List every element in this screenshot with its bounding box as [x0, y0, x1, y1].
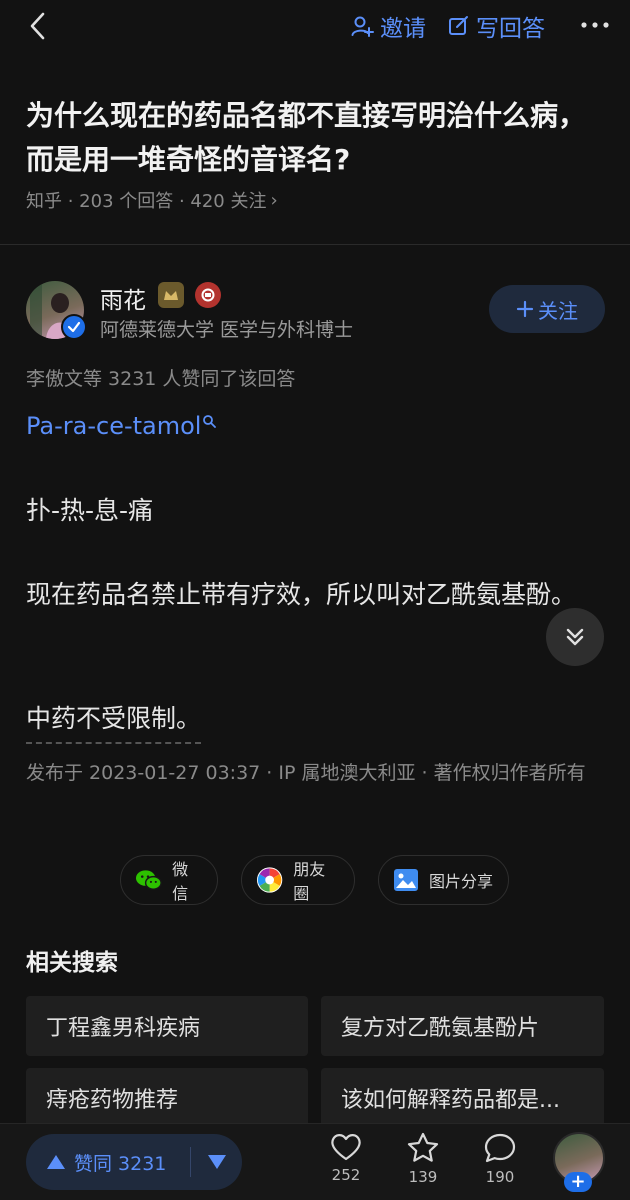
- share-wechat-button[interactable]: 微信: [120, 855, 218, 905]
- share-wechat-label: 微信: [172, 860, 189, 903]
- scroll-down-button[interactable]: [546, 608, 604, 666]
- upvoters-text[interactable]: 李傲文等 3231 人赞同了该回答: [26, 364, 295, 391]
- search-icon: [203, 415, 217, 428]
- related-search-item[interactable]: 该如何解释药品都是...: [321, 1068, 604, 1128]
- heart-icon: [331, 1134, 361, 1161]
- answer-paragraph: 中药不受限制。: [26, 698, 202, 744]
- triangle-down-icon: [207, 1155, 226, 1169]
- chevron-right-icon: ›: [270, 189, 278, 211]
- related-search-item[interactable]: 痔疮药物推荐: [26, 1068, 308, 1128]
- answer-page: 邀请 写回答 为什么现在的药品名都不直接写明治什么病，而是用一堆奇怪的音译名? …: [0, 0, 630, 1200]
- divider: [0, 244, 630, 245]
- share-image-button[interactable]: 图片分享: [378, 855, 509, 905]
- publish-info: 发布于 2023-01-27 03:37 · IP 属地澳大利亚 · 著作权归作…: [26, 762, 586, 784]
- chevron-left-icon: [30, 12, 45, 40]
- author-description: 阿德莱德大学 医学与外科博士: [100, 319, 354, 341]
- vote-control: 赞同 3231: [26, 1134, 242, 1190]
- follow-button[interactable]: 关注: [489, 285, 605, 333]
- upvote-label: 赞同 3231: [74, 1152, 167, 1175]
- comment-count: 190: [485, 1168, 515, 1186]
- author-name[interactable]: 雨花: [100, 281, 146, 315]
- creator-level-icon: [158, 282, 184, 308]
- upvote-button[interactable]: 赞同 3231: [26, 1134, 190, 1190]
- back-button[interactable]: [20, 8, 56, 44]
- top-bar: 邀请 写回答: [0, 0, 630, 56]
- question-meta-text: 知乎 · 203 个回答 · 420 关注: [26, 191, 267, 212]
- comment-icon: [484, 1133, 516, 1163]
- share-moments-label: 朋友圈: [293, 860, 326, 903]
- downvote-button[interactable]: [191, 1134, 242, 1190]
- follow-label: 关注: [538, 298, 578, 323]
- favorite-count: 139: [408, 1168, 438, 1186]
- like-count: 252: [331, 1166, 361, 1184]
- write-answer-label: 写回答: [476, 16, 545, 42]
- search-link[interactable]: Pa-ra-ce-tamol: [26, 412, 217, 440]
- question-meta[interactable]: 知乎 · 203 个回答 · 420 关注 ›: [26, 187, 278, 213]
- bottom-action-bar: 赞同 3231 252 139 190 +: [0, 1123, 630, 1200]
- share-moments-button[interactable]: 朋友圈: [241, 855, 355, 905]
- related-search-item[interactable]: 复方对乙酰氨基酚片: [321, 996, 604, 1056]
- answer-paragraph: 现在药品名禁止带有疗效，所以叫对乙酰氨基酚。: [26, 580, 577, 609]
- write-answer-button[interactable]: 写回答: [448, 8, 545, 44]
- comment-button[interactable]: 190: [470, 1132, 530, 1186]
- more-button[interactable]: [575, 10, 615, 40]
- related-search-title: 相关搜索: [26, 950, 118, 976]
- medal-badge-icon: [195, 282, 221, 308]
- favorite-button[interactable]: 139: [393, 1132, 453, 1186]
- answer-paragraph: 扑-热-息-痛: [26, 496, 154, 525]
- related-search-item[interactable]: 丁程鑫男科疾病: [26, 996, 308, 1056]
- triangle-up-icon: [47, 1155, 65, 1169]
- plus-icon: [516, 300, 534, 318]
- search-link-text: Pa-ra-ce-tamol: [26, 412, 202, 440]
- verified-icon: [61, 314, 87, 340]
- star-icon: [407, 1132, 439, 1162]
- image-icon: [394, 869, 418, 891]
- more-dots-icon: [581, 22, 609, 28]
- moments-icon: [256, 867, 283, 893]
- double-chevron-down-icon: [566, 628, 584, 646]
- question-title[interactable]: 为什么现在的药品名都不直接写明治什么病，而是用一堆奇怪的音译名?: [26, 94, 606, 182]
- like-button[interactable]: 252: [316, 1132, 376, 1184]
- add-user-icon: [351, 16, 374, 37]
- invite-label: 邀请: [380, 16, 426, 42]
- invite-button[interactable]: 邀请: [350, 8, 426, 44]
- share-image-label: 图片分享: [429, 872, 494, 891]
- edit-icon: [449, 16, 468, 35]
- plus-icon[interactable]: +: [564, 1172, 592, 1192]
- wechat-icon: [135, 870, 162, 890]
